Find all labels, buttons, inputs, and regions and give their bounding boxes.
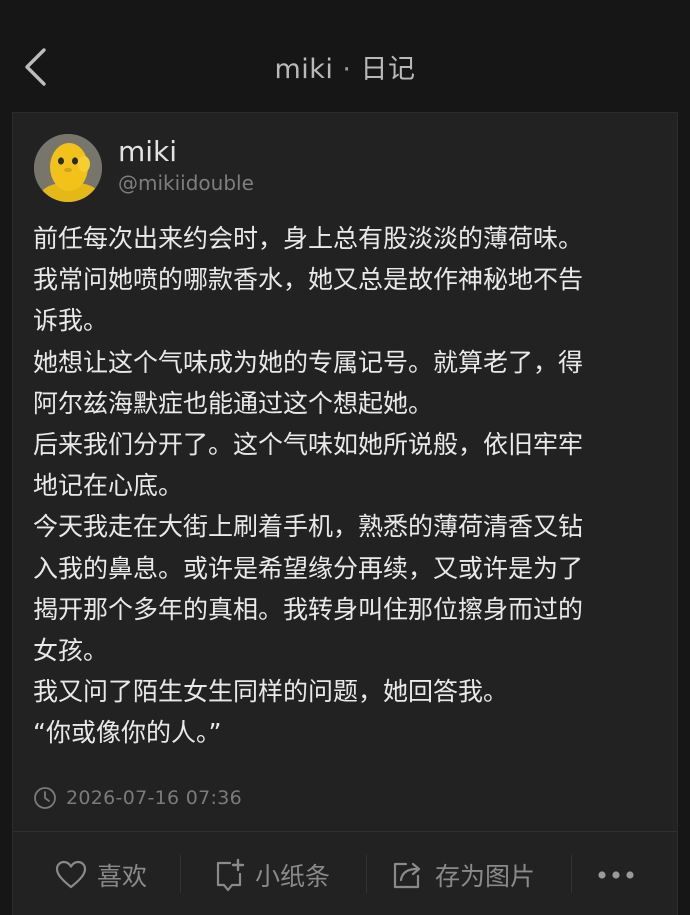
note-add-icon: [216, 858, 245, 892]
author-name[interactable]: miki: [118, 135, 177, 168]
post-line: 地记在心底。: [33, 471, 184, 501]
note-button[interactable]: 小纸条: [213, 855, 330, 895]
post-line: 今天我走在大街上刷着手机，熟悉的薄荷清香又钻: [33, 512, 584, 542]
action-divider: [13, 831, 677, 832]
action-separator: [571, 855, 572, 893]
post-line: 阿尔兹海默症也能通过这个想起她。: [33, 388, 434, 418]
title-separator: ·: [342, 54, 352, 85]
page-title-subtitle: 日记: [360, 54, 416, 85]
post-line: 我常问她喷的哪款香水，她又总是故作神秘地不告: [33, 265, 584, 295]
save-image-button[interactable]: 存为图片: [391, 855, 535, 895]
top-nav-bar: miki · 日记: [0, 0, 690, 112]
post-line: 女孩。: [33, 636, 109, 666]
post-line: 诉我。: [33, 306, 109, 336]
author-handle: @mikiidouble: [118, 171, 254, 195]
diary-card: miki @mikiidouble 前任每次出来约会时，身上总有股淡淡的薄荷味。…: [12, 112, 678, 915]
page-title-name: miki: [274, 54, 334, 85]
share-box-icon: [393, 862, 421, 889]
note-label: 小纸条: [255, 862, 331, 891]
post-timestamp: 2026-07-16 07:36: [66, 787, 243, 809]
post-line: 前任每次出来约会时，身上总有股淡淡的薄荷味。: [33, 224, 584, 253]
avatar-image: [34, 134, 102, 202]
post-body: 前任每次出来约会时，身上总有股淡淡的薄荷味。 我常问她喷的哪款香水，她又总是故作…: [33, 218, 663, 754]
page-title: miki · 日记: [0, 47, 690, 86]
more-button[interactable]: [596, 855, 636, 895]
post-line: “你或像你的人。”: [33, 718, 222, 748]
post-line: 入我的鼻息。或许是希望缘分再续，又或许是为了: [33, 553, 584, 583]
post-line: 我又问了陌生女生同样的问题，她回答我。: [33, 677, 509, 707]
avatar[interactable]: [34, 134, 102, 202]
heart-icon: [55, 860, 87, 889]
action-separator: [366, 855, 367, 893]
timestamp-row: 2026-07-16 07:36: [33, 785, 242, 811]
clock-icon: [34, 787, 56, 809]
post-line: 揭开那个多年的真相。我转身叫住那位擦身而过的: [33, 594, 584, 624]
like-label: 喜欢: [97, 862, 148, 891]
like-button[interactable]: 喜欢: [55, 855, 147, 895]
action-separator: [180, 855, 181, 893]
more-dots-icon: [598, 871, 634, 879]
save-image-label: 存为图片: [435, 862, 536, 891]
post-line: 后来我们分开了。这个气味如她所说般，依旧牢牢: [33, 430, 584, 460]
post-line: 她想让这个气味成为她的专属记号。就算老了，得: [33, 347, 584, 377]
